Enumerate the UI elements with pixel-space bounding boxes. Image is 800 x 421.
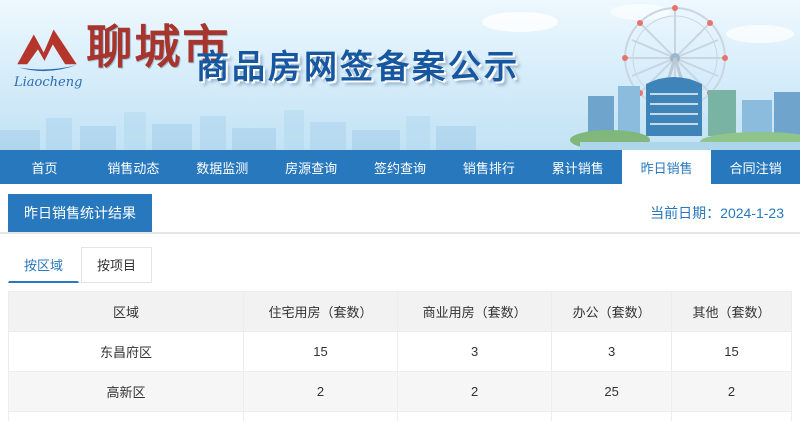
- tab-by-region[interactable]: 按区域: [8, 247, 79, 283]
- value-cell: 2: [672, 372, 792, 412]
- main-content: 昨日销售统计结果 当前日期：2024-1-23 按区域按项目 区域住宅用房（套数…: [0, 184, 800, 421]
- nav-item-home[interactable]: 首页: [0, 150, 89, 184]
- value-cell: 15: [672, 332, 792, 372]
- site-title: 商品房网签备案公示: [196, 40, 520, 88]
- header-banner: Liaocheng 聊城市 商品房网签备案公示: [0, 0, 800, 150]
- value-cell: 2: [398, 372, 552, 412]
- value-cell: 3: [552, 332, 672, 372]
- value-cell: 2: [243, 372, 397, 412]
- nav-item-sales-ranking[interactable]: 销售排行: [444, 150, 533, 184]
- column-header: 住宅用房（套数）: [243, 292, 397, 332]
- value-cell: 15: [243, 332, 397, 372]
- value-cell: 17: [672, 412, 792, 421]
- column-header: 办公（套数）: [552, 292, 672, 332]
- tab-by-project[interactable]: 按项目: [81, 247, 152, 283]
- column-header: 商业用房（套数）: [398, 292, 552, 332]
- nav-item-sales-dynamics[interactable]: 销售动态: [89, 150, 178, 184]
- main-nav: 首页销售动态数据监测房源查询签约查询销售排行累计销售昨日销售合同注销: [0, 150, 800, 184]
- value-cell: 5: [398, 412, 552, 421]
- nav-item-signing-query[interactable]: 签约查询: [356, 150, 445, 184]
- current-date-label: 当前日期：2024-1-23: [650, 203, 784, 232]
- nav-item-listing-query[interactable]: 房源查询: [267, 150, 356, 184]
- nav-item-contract-cancel[interactable]: 合同注销: [711, 150, 800, 184]
- column-header: 区域: [9, 292, 244, 332]
- value-cell: 28: [552, 412, 672, 421]
- table-row: 东昌府区153315: [9, 332, 792, 372]
- view-tabs: 按区域按项目: [8, 247, 800, 283]
- stats-table: 区域住宅用房（套数）商业用房（套数）办公（套数）其他（套数） 东昌府区15331…: [8, 291, 792, 421]
- page-title: 昨日销售统计结果: [8, 194, 152, 232]
- nav-item-data-monitoring[interactable]: 数据监测: [178, 150, 267, 184]
- logo-script-text: Liaocheng: [14, 75, 82, 90]
- region-cell: 高新区: [9, 372, 244, 412]
- table-row: 高新区22252: [9, 372, 792, 412]
- region-cell: 合计: [9, 412, 244, 421]
- stats-table-body: 东昌府区153315高新区22252合计1752817: [9, 332, 792, 421]
- nav-item-yesterday-sales[interactable]: 昨日销售: [622, 150, 711, 184]
- column-header: 其他（套数）: [672, 292, 792, 332]
- value-cell: 17: [243, 412, 397, 421]
- nav-item-cumulative-sales[interactable]: 累计销售: [533, 150, 622, 184]
- mountain-logo-icon: [14, 22, 80, 80]
- value-cell: 25: [552, 372, 672, 412]
- value-cell: 3: [398, 332, 552, 372]
- table-row: 合计1752817: [9, 412, 792, 421]
- region-cell: 东昌府区: [9, 332, 244, 372]
- stats-table-head-row: 区域住宅用房（套数）商业用房（套数）办公（套数）其他（套数）: [9, 292, 792, 332]
- section-header: 昨日销售统计结果 当前日期：2024-1-23: [0, 184, 800, 234]
